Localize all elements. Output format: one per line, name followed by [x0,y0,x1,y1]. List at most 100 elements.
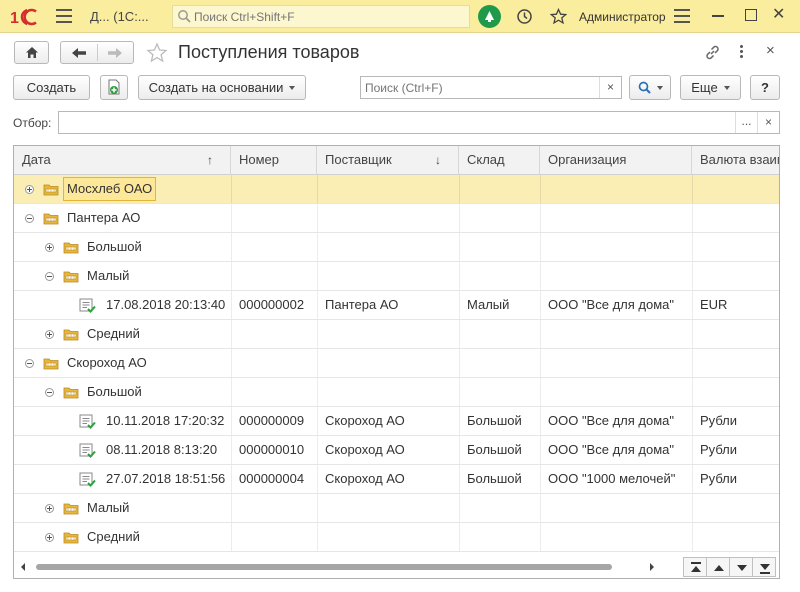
list-search-input[interactable] [365,79,595,96]
column-divider [231,494,232,522]
table-row-group[interactable]: Пантера АО [14,204,779,233]
collapse-icon[interactable] [45,388,54,397]
table-row[interactable]: 10.11.2018 17:20:32 000000009 Скороход АО Б… [14,407,779,436]
column-divider [540,349,541,377]
star-icon[interactable] [550,8,567,25]
column-divider [317,204,318,232]
settings-menu-icon[interactable] [674,9,690,23]
go-to-last-button[interactable] [752,557,776,577]
go-to-first-button[interactable] [683,557,707,577]
group-label: Большой [87,384,142,399]
cell-org: ООО "Все для дома" [548,413,674,428]
scroll-left-icon[interactable] [21,563,25,571]
home-button[interactable] [14,41,49,64]
column-divider [231,523,232,551]
global-search-input[interactable] [194,8,464,25]
global-search[interactable] [172,5,470,28]
more-vertical-icon[interactable] [740,45,744,59]
group-label: Средний [87,529,140,544]
expand-icon[interactable] [25,185,34,194]
copy-button[interactable] [100,75,128,100]
folder-icon [43,356,59,370]
search-clear-icon[interactable]: × [599,77,621,98]
forward-arrow-icon[interactable] [107,47,123,59]
filter-select-icon[interactable]: ... [735,112,757,133]
column-divider [317,175,318,203]
folder-icon [63,530,79,544]
back-arrow-icon[interactable] [71,47,87,59]
column-header-date[interactable]: Дата [14,146,231,175]
more-button[interactable]: Еще [680,75,741,100]
chevron-down-icon [289,85,296,90]
copy-doc-icon [108,79,120,95]
table-row-group[interactable]: Средний [14,523,779,552]
page-down-button[interactable] [729,557,753,577]
collapse-icon[interactable] [25,359,34,368]
favorite-star-icon[interactable] [146,42,168,64]
window-close-icon[interactable]: ✕ [772,6,785,24]
scrollbar-thumb[interactable] [36,564,612,570]
expand-icon[interactable] [45,504,54,513]
notification-bell-icon[interactable] [478,5,501,28]
table-row-group[interactable]: Большой [14,233,779,262]
expand-icon[interactable] [45,533,54,542]
group-label: Большой [87,239,142,254]
column-divider [692,523,693,551]
column-divider [459,349,460,377]
1c-logo-icon[interactable]: 1 [10,7,40,27]
group-label: Средний [87,326,140,341]
find-button[interactable] [629,75,671,100]
filter-clear-icon[interactable]: × [757,112,779,133]
cell-warehouse: Большой [467,413,522,428]
minimize-icon[interactable] [712,15,724,17]
expand-icon[interactable] [45,243,54,252]
folder-icon [43,182,59,196]
table-row-group[interactable]: Мосхлеб ОАО [14,175,779,204]
create-button[interactable]: Создать [13,75,90,100]
column-divider [231,320,232,348]
help-button[interactable]: ? [750,75,780,100]
group-label: Малый [87,268,130,283]
column-divider [540,494,541,522]
table-row-group[interactable]: Большой [14,378,779,407]
column-divider [692,407,693,435]
column-header-currency[interactable]: Валюта взаим [692,146,779,175]
cell-currency: Рубли [700,413,738,428]
documents-table[interactable]: Дата ↑ Номер Поставщик ↓ Склад Организац… [13,145,780,579]
filter-field[interactable]: ... × [58,111,780,134]
column-header-warehouse[interactable]: Склад [459,146,540,175]
horizontal-scrollbar[interactable] [16,559,656,575]
column-header-number[interactable]: Номер [231,146,317,175]
table-row-group[interactable]: Малый [14,262,779,291]
expand-icon[interactable] [45,330,54,339]
history-icon[interactable] [516,8,533,25]
list-search[interactable]: × [360,76,622,99]
collapse-icon[interactable] [25,214,34,223]
table-row[interactable]: 17.08.2018 20:13:40 000000002 Пантера АО Ма… [14,291,779,320]
column-divider [459,523,460,551]
column-divider [231,465,232,493]
posted-doc-icon [79,413,96,430]
navigation-buttons [60,41,134,64]
cell-number: 000000004 [239,471,305,486]
collapse-icon[interactable] [45,272,54,281]
column-divider [540,523,541,551]
maximize-icon[interactable] [745,9,757,21]
scroll-right-icon[interactable] [650,563,654,571]
create-based-on-button[interactable]: Создать на основании [138,75,306,100]
link-icon[interactable] [704,44,721,61]
column-divider [317,378,318,406]
page-up-button[interactable] [706,557,730,577]
form-close-icon[interactable]: × [766,42,775,59]
cell-org: ООО "Все для дома" [548,442,674,457]
column-divider [692,175,693,203]
chevron-down-icon [723,85,730,90]
table-row-group[interactable]: Средний [14,320,779,349]
table-row[interactable]: 27.07.2018 18:51:56 000000004 Скороход АО Б… [14,465,779,494]
table-row-group[interactable]: Скороход АО [14,349,779,378]
column-header-organization[interactable]: Организация [540,146,692,175]
current-user[interactable]: Администратор [579,10,666,24]
table-row-group[interactable]: Малый [14,494,779,523]
main-menu-icon[interactable] [56,9,72,23]
table-row[interactable]: 08.11.2018 8:13:20 000000010 Скороход АО Бо… [14,436,779,465]
